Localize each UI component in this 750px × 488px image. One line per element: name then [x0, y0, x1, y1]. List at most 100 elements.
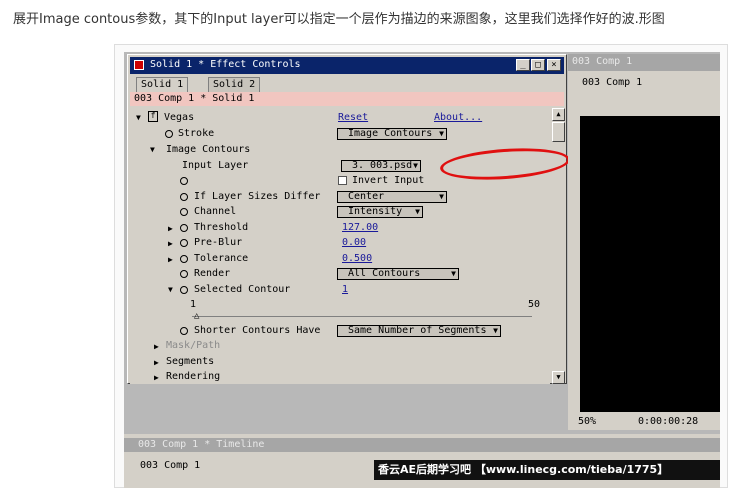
chevron-down-icon[interactable]: ▼ [150, 143, 155, 157]
effect-properties-panel: ▼ f Vegas Reset About... Stroke Image Co… [130, 108, 550, 384]
mask-path-row: ▶ Mask/Path [130, 339, 550, 354]
stopwatch-icon[interactable] [180, 255, 188, 263]
chevron-right-icon[interactable]: ▶ [154, 356, 159, 370]
slider-range-row: 1 50 [130, 298, 550, 313]
effect-controls-window: Solid 1 * Effect Controls _ □ × Solid 1 … [127, 54, 571, 384]
input-layer-label: Input Layer [182, 160, 249, 171]
comp-viewer-window: 003 Comp 1 003 Comp 1 50% 0:00:00:28 [568, 54, 720, 430]
segments-row: ▶ Segments [130, 355, 550, 370]
preblur-value[interactable]: 0.00 [342, 236, 366, 250]
reset-link[interactable]: Reset [338, 111, 368, 125]
effect-name: Vegas [164, 112, 195, 123]
zoom-dropdown[interactable]: 50% [578, 414, 596, 429]
about-link[interactable]: About... [434, 111, 482, 125]
image-contours-label: Image Contours [166, 144, 251, 155]
dropdown-value: Center [348, 191, 385, 202]
dropdown-value: 3. 003.psd [352, 160, 413, 171]
timeline-titlebar: 003 Comp 1 * Timeline [124, 438, 720, 452]
timeline-title: 003 Comp 1 * Timeline [138, 439, 265, 450]
dropdown-value: Same Number of Segments [348, 325, 487, 336]
shorter-contours-row: Shorter Contours Have Same Number of Seg… [130, 324, 550, 339]
minimize-button[interactable]: _ [516, 59, 530, 71]
chevron-down-icon[interactable]: ▼ [136, 111, 141, 125]
chevron-right-icon[interactable]: ▶ [154, 340, 159, 354]
channel-row: Channel Intensity ▼ [130, 205, 550, 220]
tab-solid-1[interactable]: Solid 1 [136, 77, 189, 92]
chevron-right-icon[interactable]: ▶ [168, 237, 173, 251]
shorter-contours-dropdown[interactable]: Same Number of Segments ▼ [337, 325, 501, 337]
stopwatch-icon[interactable] [180, 193, 188, 201]
tolerance-value[interactable]: 0.500 [342, 252, 372, 266]
stopwatch-icon[interactable] [180, 224, 188, 232]
if-sizes-row: If Layer Sizes Differ Center ▼ [130, 190, 550, 205]
segments-label: Segments [166, 356, 215, 367]
render-dropdown[interactable]: All Contours ▼ [337, 268, 459, 280]
timecode-display[interactable]: 0:00:00:28 [638, 414, 698, 429]
timeline-tab[interactable]: 003 Comp 1 [126, 460, 200, 471]
scroll-thumb[interactable] [552, 122, 565, 142]
vertical-scrollbar[interactable]: ▲ ▼ [552, 108, 565, 384]
threshold-row: ▶ Threshold 127.00 [130, 221, 550, 236]
selected-contour-slider[interactable] [192, 316, 532, 317]
chevron-right-icon[interactable]: ▶ [154, 371, 159, 385]
composition-canvas[interactable] [580, 116, 720, 412]
chevron-right-icon[interactable]: ▶ [168, 253, 173, 267]
comp-tab[interactable]: 003 Comp 1 [568, 76, 720, 91]
stopwatch-icon[interactable] [180, 177, 188, 185]
scroll-up-button[interactable]: ▲ [552, 108, 565, 121]
slider-handle[interactable]: △ [194, 311, 199, 321]
fx-toggle-icon[interactable]: f [148, 111, 158, 122]
stopwatch-icon[interactable] [180, 208, 188, 216]
maximize-button[interactable]: □ [531, 59, 545, 71]
dropdown-value: Intensity [348, 206, 403, 217]
rendering-label: Rendering [166, 371, 221, 382]
chevron-down-icon: ▼ [493, 326, 498, 335]
stopwatch-icon[interactable] [180, 327, 188, 335]
selected-contour-row: ▼ Selected Contour 1 [130, 283, 550, 298]
stopwatch-icon[interactable] [180, 286, 188, 294]
tab-label: Solid 2 [213, 79, 256, 90]
chevron-down-icon: ▼ [451, 269, 456, 278]
effect-header-row: ▼ f Vegas Reset About... [130, 111, 550, 126]
mask-path-label: Mask/Path [166, 340, 221, 351]
chevron-right-icon[interactable]: ▶ [168, 222, 173, 236]
rendering-row: ▶ Rendering [130, 370, 550, 385]
stopwatch-icon[interactable] [180, 270, 188, 278]
tolerance-row: ▶ Tolerance 0.500 [130, 252, 550, 267]
selected-contour-label: Selected Contour [194, 284, 291, 295]
slider-max-label: 50 [528, 299, 541, 310]
chevron-down-icon[interactable]: ▼ [168, 283, 173, 297]
dropdown-value: Image Contours [348, 128, 433, 139]
invert-input-checkbox[interactable] [338, 176, 347, 185]
channel-label: Channel [194, 206, 237, 217]
if-sizes-dropdown[interactable]: Center ▼ [337, 191, 447, 203]
comp-viewer-footer: 50% 0:00:00:28 [568, 414, 720, 430]
comp-viewer-titlebar: 003 Comp 1 [568, 54, 720, 71]
effect-controls-titlebar: Solid 1 * Effect Controls _ □ × [130, 57, 564, 74]
watermark-banner: 香云AE后期学习吧 【www.linecg.com/tieba/1775】 [374, 460, 720, 480]
scroll-down-button[interactable]: ▼ [552, 371, 565, 384]
tab-solid-2[interactable]: Solid 2 [208, 77, 261, 92]
chevron-down-icon: ▼ [415, 207, 420, 216]
ae-screenshot: Solid 1 * Effect Controls _ □ × Solid 1 … [124, 52, 720, 488]
stopwatch-icon[interactable] [165, 130, 173, 138]
stopwatch-icon[interactable] [180, 239, 188, 247]
if-sizes-label: If Layer Sizes Differ [194, 191, 321, 202]
chevron-down-icon: ▼ [413, 161, 418, 170]
comp-viewer-title: 003 Comp 1 [572, 56, 633, 67]
stroke-label: Stroke [178, 128, 215, 139]
comp-tab-label: 003 Comp 1 [582, 77, 643, 88]
stroke-dropdown[interactable]: Image Contours ▼ [337, 128, 447, 140]
caption-text: 展开Image contous参数，其下的Input layer可以指定一个层作… [13, 12, 665, 27]
close-button[interactable]: × [547, 59, 561, 71]
stroke-row: Stroke Image Contours ▼ [130, 127, 550, 142]
channel-dropdown[interactable]: Intensity ▼ [337, 206, 423, 218]
tab-label: Solid 1 [141, 79, 184, 90]
tolerance-label: Tolerance [194, 253, 249, 264]
input-layer-dropdown[interactable]: 3. 003.psd ▼ [341, 160, 421, 172]
layer-tabs: Solid 1 Solid 2 [130, 77, 564, 92]
selected-contour-value[interactable]: 1 [342, 283, 348, 297]
threshold-value[interactable]: 127.00 [342, 221, 378, 235]
render-label: Render [194, 268, 231, 279]
chevron-down-icon: ▼ [439, 129, 444, 138]
